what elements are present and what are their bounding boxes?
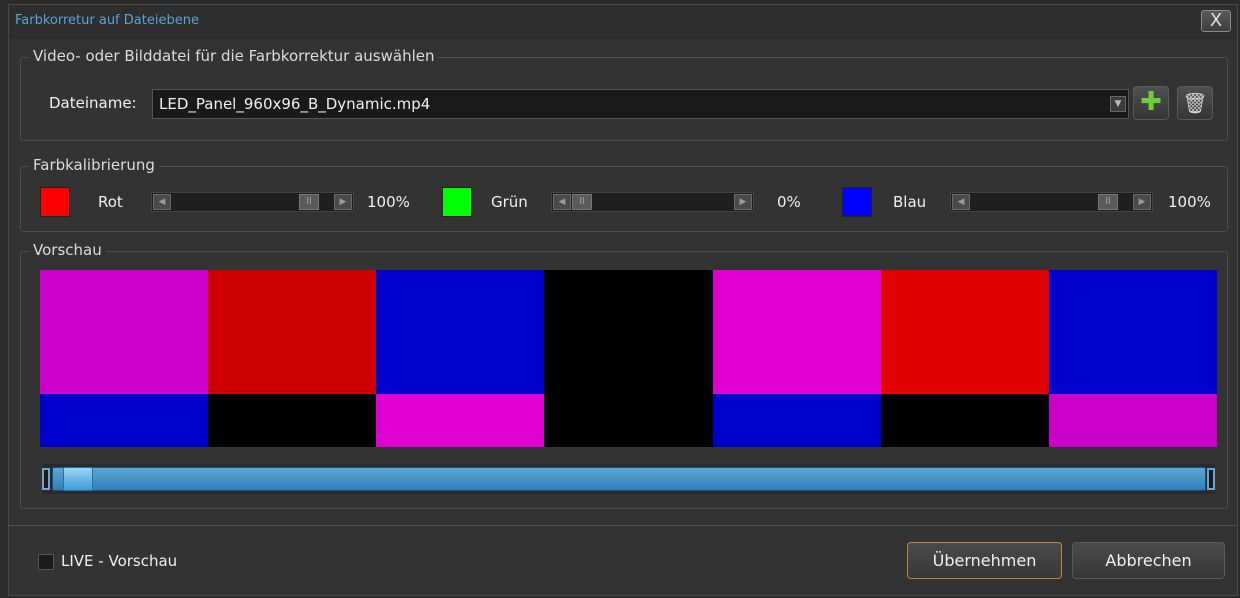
- plus-icon: ✚: [1140, 87, 1162, 117]
- red-slider[interactable]: ◀ ll ▶: [151, 192, 354, 212]
- green-value: 0%: [777, 193, 801, 211]
- close-button[interactable]: X: [1201, 10, 1231, 32]
- preview-cell: [40, 394, 209, 447]
- dropdown-arrow-icon[interactable]: ▼: [1110, 96, 1126, 112]
- green-slider-left-arrow-icon[interactable]: ◀: [553, 194, 571, 210]
- delete-file-button[interactable]: 🗑: [1177, 86, 1213, 120]
- preview-cell: [208, 270, 377, 394]
- green-slider[interactable]: ◀ ll ▶: [551, 192, 754, 212]
- cancel-button[interactable]: Abbrechen: [1072, 542, 1225, 579]
- filename-label: Dateiname:: [49, 94, 137, 112]
- timeline-end-cap: [1207, 468, 1215, 490]
- apply-button[interactable]: Übernehmen: [907, 542, 1062, 579]
- live-preview-label: LIVE - Vorschau: [61, 552, 178, 570]
- green-label: Grün: [491, 193, 528, 211]
- footer-separator: [9, 525, 1237, 526]
- add-file-button[interactable]: ✚: [1133, 86, 1169, 120]
- preview-cell: [40, 270, 209, 394]
- filename-value: LED_Panel_960x96_B_Dynamic.mp4: [159, 95, 431, 113]
- file-group-legend: Video- oder Bilddatei für die Farbkorrek…: [29, 47, 439, 65]
- live-preview-checkbox[interactable]: [38, 554, 54, 570]
- red-label: Rot: [98, 193, 123, 211]
- blue-slider-thumb[interactable]: ll: [1098, 194, 1118, 210]
- preview-cell: [880, 270, 1050, 394]
- blue-swatch: [842, 187, 872, 217]
- timeline-handle[interactable]: [63, 467, 94, 491]
- preview-cell: [376, 270, 545, 394]
- preview-cell: [880, 394, 1050, 447]
- blue-value: 100%: [1168, 193, 1211, 211]
- calibration-legend: Farbkalibrierung: [29, 156, 159, 174]
- green-slider-thumb[interactable]: ll: [572, 194, 592, 210]
- red-value: 100%: [367, 193, 410, 211]
- red-slider-thumb[interactable]: ll: [299, 194, 319, 210]
- preview-cell: [208, 394, 377, 447]
- preview-timeline[interactable]: [42, 464, 1215, 494]
- preview-cell: [1048, 270, 1218, 394]
- timeline-track[interactable]: [52, 467, 1206, 491]
- preview-cell: [544, 270, 714, 394]
- color-correction-dialog: Farbkorretur auf Dateiebene X Video- ode…: [8, 4, 1238, 596]
- green-swatch: [442, 187, 472, 217]
- preview-cell: [1048, 394, 1218, 447]
- red-slider-right-arrow-icon[interactable]: ▶: [334, 194, 352, 210]
- preview-cell: [712, 270, 882, 394]
- preview-legend: Vorschau: [29, 241, 106, 259]
- green-slider-right-arrow-icon[interactable]: ▶: [734, 194, 752, 210]
- preview-cell: [544, 394, 714, 447]
- filename-combobox[interactable]: LED_Panel_960x96_B_Dynamic.mp4 ▼: [152, 89, 1129, 119]
- preview-cell: [376, 394, 545, 447]
- preview-cell: [712, 394, 882, 447]
- red-slider-left-arrow-icon[interactable]: ◀: [153, 194, 171, 210]
- timeline-start-cap: [42, 468, 50, 490]
- red-swatch: [40, 187, 70, 217]
- window-title: Farbkorretur auf Dateiebene: [15, 13, 199, 28]
- title-bar: Farbkorretur auf Dateiebene X: [9, 5, 1237, 39]
- preview-image: [40, 270, 1218, 447]
- trash-icon: 🗑: [1182, 91, 1208, 115]
- blue-slider[interactable]: ◀ ll ▶: [950, 192, 1153, 212]
- blue-slider-left-arrow-icon[interactable]: ◀: [952, 194, 970, 210]
- blue-slider-right-arrow-icon[interactable]: ▶: [1133, 194, 1151, 210]
- blue-label: Blau: [893, 193, 927, 211]
